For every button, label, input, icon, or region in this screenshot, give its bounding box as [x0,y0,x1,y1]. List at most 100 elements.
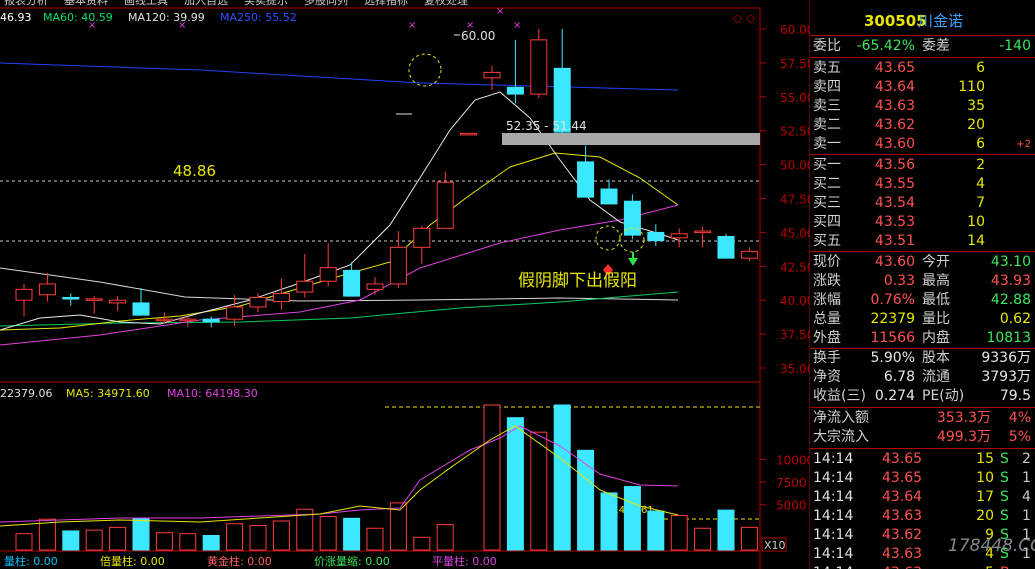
candle-body [249,296,267,308]
volume-ma5-line [0,425,679,527]
price-tick-label: 37.50 [780,328,810,342]
bid-volume: 2 [976,157,985,173]
fund-label: PE(动) [922,388,965,404]
tick-volume: 5 [960,564,994,569]
volume-bar [647,510,665,551]
tick-volume: 15 [976,451,994,467]
quote-value: 42.88 [990,292,1031,308]
tick-row: 14:14 43.65 15 S 2 [810,450,1035,469]
quote-label: 涨幅 [813,292,841,308]
volume-bar [132,517,150,551]
tick-time: 14:14 [813,564,853,569]
ask-volume: 110 [958,79,985,95]
candle-body [226,306,244,320]
bid-volume: 10 [967,214,985,230]
tick-side: S [1000,489,1009,505]
candle-body [506,86,524,95]
pattern-circle [408,53,442,87]
volume-bar [553,404,571,551]
bid-price: 43.54 [874,195,915,211]
tick-price: 43.65 [882,451,923,467]
quote-label: 量比 [922,311,950,327]
ask-volume: 20 [967,117,985,133]
candle-body [740,250,758,259]
candle-body [366,283,384,290]
quote-row: 涨跌 0.33 最高 43.93 [810,272,1035,291]
candle-body [15,288,33,301]
tick-time: 14:14 [813,527,854,543]
order-ratio-row: 委比 -65.42% 委差 -140 [810,37,1035,56]
quote-value: 0.76% [870,292,915,308]
price-tick-label: 60.00 [780,23,810,37]
quote-label: 外盘 [813,330,841,346]
tick-side: B [1000,564,1010,569]
tick-row: 14:14 43.64 17 S 4 [810,488,1035,507]
volume-bar [623,486,641,551]
bid-price: 43.53 [874,214,915,230]
bid-price: 43.56 [874,157,915,173]
quote-row: 涨幅 0.76% 最低 42.88 [810,291,1035,310]
resistance-zone [502,133,760,145]
candle-body [483,71,501,79]
volume-bar [272,520,290,551]
price-tick-label: 47.50 [780,193,810,207]
volume-tick-label: 5000 [776,499,807,513]
diff-label: 委差 [922,38,950,54]
tick-time: 14:14 [813,508,854,524]
ask-row: 卖五 43.65 6 [810,59,1035,78]
tick-row: 14:14 43.63 5 B [810,564,1035,569]
tick-count: 2 [1022,451,1031,467]
ask-label: 卖三 [813,98,841,114]
candle-body [272,292,290,303]
ma-legend-item: MA250: 55.52 [220,11,297,24]
ask-volume: 6 [976,136,985,152]
bid-volume: 4 [976,176,985,192]
ask-change: +2 [1016,139,1031,150]
watermark: 178448.COM [948,536,1035,556]
quote-label: 最低 [922,292,950,308]
divider [810,407,1035,408]
price-tick-label: 45.00 [780,226,810,240]
fundamentals-row: 换手 5.90% 股本 9336万 [810,349,1035,368]
tick-price: 43.62 [882,527,923,543]
fund-label: 收益(三) [813,388,866,404]
bid-volume: 7 [976,195,985,211]
price-tick-label: 57.50 [780,57,810,71]
kline-chart[interactable]: 报表分析 基本资料 画线工具 加入自选 买卖提示 多股同列 选择指标 复权处理 60.00 57.… [0,0,810,569]
tick-time: 14:14 [813,451,854,467]
fund-value: 0.274 [874,388,915,404]
flow-pct: 4% [1008,410,1031,426]
flow-label: 净流入额 [813,410,869,426]
bid-price: 43.55 [874,176,915,192]
price-tick-label: 52.50 [780,125,810,139]
volume-bar [319,515,337,551]
volume-tick-label: 10000 [776,453,810,467]
flow-value: 499.3万 [936,429,991,445]
volume-legend-item: MA10: 64198.30 [167,387,258,400]
indicator-tab: 平量柱: 0.00 [432,554,497,568]
tick-price: 43.63 [882,546,923,562]
candle-body [389,246,407,285]
quote-value: 0.62 [999,311,1031,327]
tick-price: 43.63 [882,564,922,569]
scale-label: X10 [764,539,786,552]
volume-bar [38,518,56,551]
divider [810,35,1035,36]
cross-marker-icon: × [408,20,416,31]
volume-legend-item: 22379.06 [0,387,53,400]
tick-side: S [1000,508,1009,524]
price-tick-label: 55.00 [780,91,810,105]
tick-volume: 17 [976,489,994,505]
bid-label: 买二 [813,176,841,192]
fund-value: 9336万 [981,350,1031,366]
volume-bar [85,529,103,551]
quote-value: 43.10 [990,254,1031,270]
tick-price: 43.64 [882,489,923,505]
menu-item: 画线工具 [124,0,168,7]
volume-bar [15,533,33,551]
volume-bar [740,526,758,551]
candle-body [436,181,454,229]
candle-body [530,39,548,95]
fund-value: 5.90% [870,350,915,366]
candle-body [717,235,735,259]
